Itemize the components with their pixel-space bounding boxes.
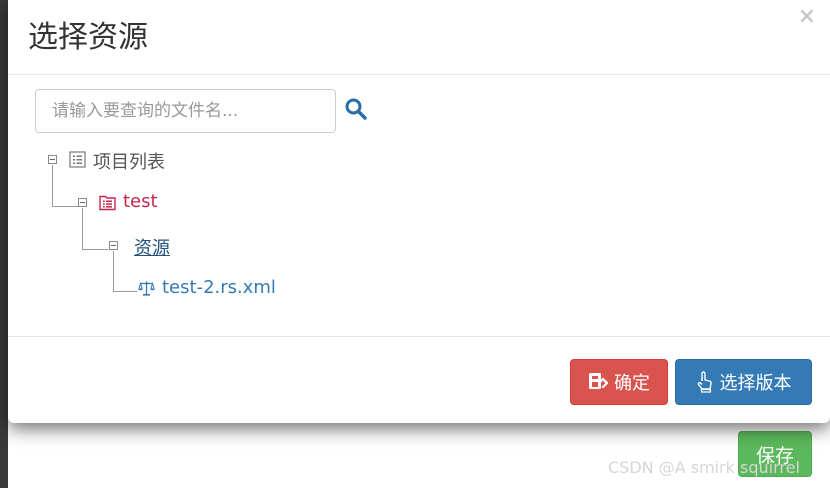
tree-connector	[82, 249, 108, 250]
modal-header: 选择资源 ×	[8, 0, 830, 75]
tree-connector	[52, 206, 78, 207]
tree-connector	[113, 291, 137, 292]
select-version-button-label: 选择版本	[719, 373, 792, 393]
tree-connector	[52, 165, 53, 207]
modal-title: 选择资源	[28, 20, 148, 55]
scale-icon	[138, 281, 155, 296]
confirm-button[interactable]: 确定	[570, 359, 668, 405]
close-icon[interactable]: ×	[798, 4, 816, 29]
list-icon	[69, 151, 86, 168]
window-edge	[0, 0, 8, 488]
folder-list-icon	[99, 195, 116, 211]
project-collapse-toggle[interactable]	[78, 198, 87, 207]
tree-file-label[interactable]: test-2.rs.xml	[162, 277, 276, 298]
confirm-icon	[589, 373, 608, 389]
tree-project-label[interactable]: test	[123, 191, 158, 212]
watermark-text: CSDN @A smirk squirrel	[608, 458, 800, 477]
folder-collapse-toggle[interactable]	[109, 241, 118, 250]
hand-pointer-icon	[697, 371, 712, 393]
tree-root-label[interactable]: 项目列表	[93, 148, 165, 174]
tree-folder-label[interactable]: 资源	[134, 234, 170, 260]
modal-body: 项目列表 test 资源	[8, 75, 830, 336]
tree-connector	[82, 208, 83, 250]
modal-footer: 确定 选择版本	[8, 336, 830, 424]
select-version-button[interactable]: 选择版本	[675, 359, 812, 405]
select-resource-modal: 选择资源 × 请输入要查询的文件名... 项目列表 test 资源 test-2…	[8, 0, 830, 423]
file-tree: 项目列表 test 资源 test-2.rs.xml	[8, 75, 830, 336]
tree-connector	[113, 251, 114, 292]
confirm-button-label: 确定	[614, 373, 650, 393]
root-collapse-toggle[interactable]	[48, 155, 57, 164]
